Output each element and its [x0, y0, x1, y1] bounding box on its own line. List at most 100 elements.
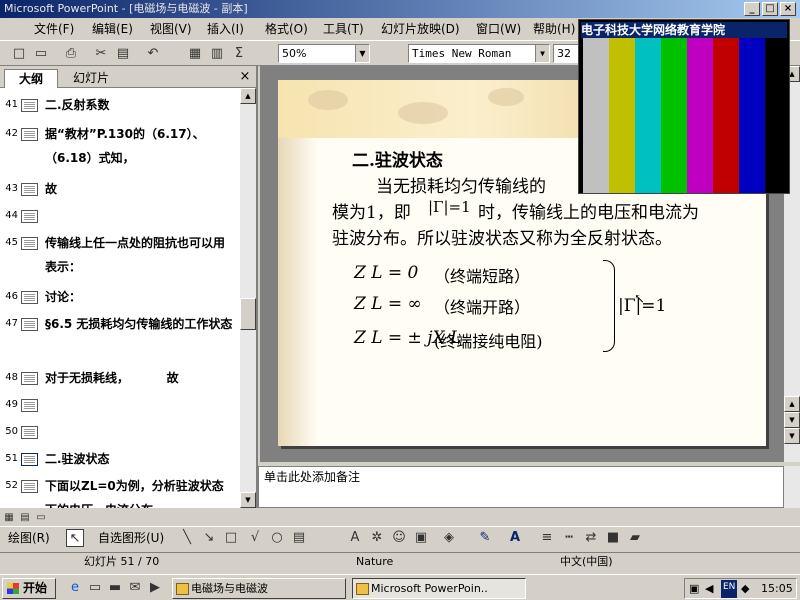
scroll-down-icon[interactable]: ▼: [784, 428, 800, 444]
diagram-icon[interactable]: ✲: [368, 529, 386, 547]
window-title: Microsoft PowerPoint - [电磁场与电磁波 - 副本]: [4, 2, 248, 15]
slideshow-view-icon[interactable]: ▭: [34, 509, 48, 523]
task-powerpoint[interactable]: Microsoft PowerPoin..: [352, 578, 526, 599]
scroll-up-icon[interactable]: ▲: [240, 88, 256, 104]
shadow-icon[interactable]: ■: [604, 529, 622, 547]
dash-style-icon[interactable]: ┅: [560, 529, 578, 547]
sum-icon[interactable]: Σ: [230, 45, 248, 63]
formula-icon[interactable]: √: [246, 529, 264, 547]
minimize-button[interactable]: _: [744, 2, 760, 16]
draw-menu[interactable]: 绘图(R): [8, 527, 50, 549]
start-button[interactable]: 开始: [2, 578, 56, 599]
font-size-select[interactable]: 32: [553, 44, 579, 63]
prev-slide-icon[interactable]: ▲: [784, 396, 800, 412]
menu-edit[interactable]: 编辑(E): [92, 18, 133, 40]
outline-list: 41 二.反射系数 42 据“教材”P.130的（6.17）、（6.18）式知， 4…: [0, 88, 240, 508]
menu-slideshow[interactable]: 幻灯片放映(D): [381, 18, 460, 40]
slide-icon: [21, 480, 38, 493]
slide-icon: [21, 128, 38, 141]
case-description: （终端短路）: [434, 267, 531, 286]
notes-scrollbar[interactable]: [784, 466, 800, 508]
system-tray: ▣ ◀ EN ◆ 15:05: [684, 578, 797, 599]
chevron-down-icon[interactable]: ▼: [535, 45, 549, 62]
menu-insert[interactable]: 插入(I): [207, 18, 244, 40]
slide-line-1: 当无损耗均匀传输线的: [376, 177, 546, 197]
taskbar: 开始 e ▭ ▬ ✉ ▶ 电磁场与电磁波 Microsoft PowerPoin…: [0, 574, 800, 600]
sorter-view-icon[interactable]: ▤: [18, 509, 32, 523]
slide-gamma: |Γ|=1: [428, 198, 471, 216]
chart-icon[interactable]: ▥: [208, 45, 226, 63]
picture-icon[interactable]: ▣: [412, 529, 430, 547]
autoshapes-menu[interactable]: 自选图形(U): [98, 527, 164, 549]
fill-color-icon[interactable]: ◈: [440, 529, 458, 547]
input-language[interactable]: EN: [721, 580, 738, 598]
3d-icon[interactable]: ▰: [626, 529, 644, 547]
slide-icon: [21, 399, 38, 412]
slide-line-2b: 时，传输线上的电压和电流为: [478, 203, 699, 223]
line-style-icon[interactable]: ≡: [538, 529, 556, 547]
slide-icon: [21, 426, 38, 439]
task-folder[interactable]: 电磁场与电磁波: [172, 578, 346, 599]
menu-window[interactable]: 窗口(W): [476, 18, 521, 40]
paste-icon[interactable]: ▤: [114, 45, 132, 63]
video-overlay: 电子科技大学网络教育学院: [578, 19, 790, 194]
cut-icon[interactable]: ✂: [92, 45, 110, 63]
ie-icon[interactable]: e: [66, 579, 84, 597]
normal-view-icon[interactable]: ▦: [2, 509, 16, 523]
notes-pane[interactable]: 单击此处添加备注: [258, 466, 784, 508]
notes-placeholder: 单击此处添加备注: [264, 470, 361, 484]
case-formula: Z L = ∞: [354, 294, 422, 314]
oval-icon[interactable]: ○: [268, 529, 286, 547]
status-bar: 幻灯片 51 / 70 Nature 中文(中国): [0, 552, 800, 572]
media-icon[interactable]: ▶: [146, 579, 164, 597]
case-description: （终端开路）: [434, 298, 531, 317]
line-icon[interactable]: ╲: [178, 529, 196, 547]
zoom-select[interactable]: 50% ▼: [278, 44, 370, 63]
volume-icon[interactable]: ◀: [705, 579, 713, 597]
wordart-icon[interactable]: A: [346, 529, 364, 547]
next-slide-icon[interactable]: ▼: [784, 412, 800, 428]
color-bar: [687, 38, 713, 193]
color-bar: [583, 38, 609, 193]
slide-heading: 二.驻波状态: [352, 151, 443, 171]
select-arrow-icon[interactable]: ↖: [66, 529, 84, 547]
chevron-down-icon[interactable]: ▼: [355, 45, 369, 62]
outlook-icon[interactable]: ✉: [126, 579, 144, 597]
print-icon[interactable]: ⎙: [62, 45, 80, 63]
slide-icon: [21, 291, 38, 304]
network-icon[interactable]: ▣: [689, 579, 699, 597]
menu-view[interactable]: 视图(V): [150, 18, 192, 40]
rectangle-icon[interactable]: □: [222, 529, 240, 547]
font-color-icon[interactable]: A: [506, 529, 524, 547]
scroll-down-icon[interactable]: ▼: [240, 492, 256, 508]
menu-help[interactable]: 帮助(H): [533, 18, 575, 40]
view-buttons: ▦ ▤ ▭: [0, 508, 70, 526]
clipart-icon[interactable]: ☺: [390, 529, 408, 547]
close-button[interactable]: ×: [780, 2, 796, 16]
maximize-button[interactable]: □: [762, 2, 778, 16]
scroll-thumb[interactable]: [240, 298, 256, 330]
outline-scrollbar[interactable]: ▲ ▼: [240, 88, 256, 508]
new-icon[interactable]: □: [10, 45, 28, 63]
cursor-icon: ↖: [634, 292, 645, 307]
clock: 15:05: [761, 582, 793, 595]
line-color-icon[interactable]: ✎: [476, 529, 494, 547]
menu-format[interactable]: 格式(O): [265, 18, 308, 40]
table-icon[interactable]: ▦: [186, 45, 204, 63]
close-icon[interactable]: ×: [238, 69, 252, 85]
tab-slides[interactable]: 幻灯片: [62, 69, 120, 88]
font-select[interactable]: Times New Roman ▼: [408, 44, 550, 63]
menu-file[interactable]: 文件(F): [34, 18, 74, 40]
undo-icon[interactable]: ↶: [144, 45, 162, 63]
desktop-icon[interactable]: ▭: [86, 579, 104, 597]
arrow-icon[interactable]: ↘: [200, 529, 218, 547]
zoom-value: 50%: [282, 47, 307, 60]
slide-icon: [21, 210, 38, 223]
textbox-icon[interactable]: ▤: [290, 529, 308, 547]
arrow-style-icon[interactable]: ⇄: [582, 529, 600, 547]
ime-icon[interactable]: ◆: [741, 579, 749, 597]
menu-tools[interactable]: 工具(T): [323, 18, 364, 40]
open-icon[interactable]: ▭: [32, 45, 50, 63]
tab-outline[interactable]: 大纲: [4, 69, 58, 88]
folder-icon[interactable]: ▬: [106, 579, 124, 597]
